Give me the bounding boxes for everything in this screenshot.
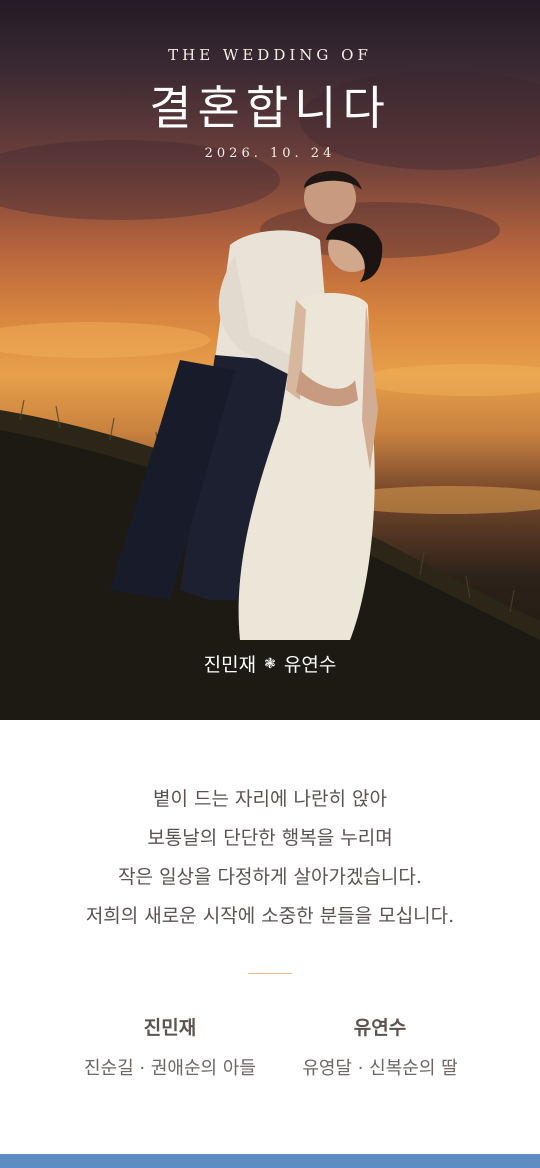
invitation-line: 보통날의 단단한 행복을 누리며 (147, 827, 393, 849)
wedding-invitation-page: THE WEDDING OF 결혼합니다 2026. 10. 24 진민재 ❃ … (0, 0, 540, 1168)
invitation-message: 볕이 드는 자리에 나란히 앉아 보통날의 단단한 행복을 누리며 작은 일상을… (0, 780, 540, 936)
bride-parents: 유영달 · 신복순의 딸 (302, 1058, 458, 1079)
invitation-line: 작은 일상을 다정하게 살아가겠습니다. (118, 866, 422, 888)
flower-icon: ❃ (264, 655, 276, 672)
couple-names: 진민재 ❃ 유연수 (0, 650, 540, 677)
bride-name-label: 유연수 (353, 1017, 407, 1039)
bride-name: 유연수 (283, 654, 337, 676)
page-title: 결혼합니다 (149, 81, 391, 135)
invitation-line: 볕이 드는 자리에 나란히 앉아 (153, 788, 387, 810)
divider (248, 973, 292, 974)
eyebrow-text: THE WEDDING OF (168, 46, 372, 64)
bride-family: 유연수 유영달 · 신복순의 딸 (250, 1012, 510, 1080)
hero-photo: THE WEDDING OF 결혼합니다 2026. 10. 24 진민재 ❃ … (0, 0, 540, 720)
groom-name: 진민재 (203, 654, 257, 676)
invitation-line: 저희의 새로운 시작에 소중한 분들을 모십니다. (85, 905, 455, 927)
wedding-date: 2026. 10. 24 (204, 146, 336, 161)
bottom-bar (0, 1154, 540, 1168)
